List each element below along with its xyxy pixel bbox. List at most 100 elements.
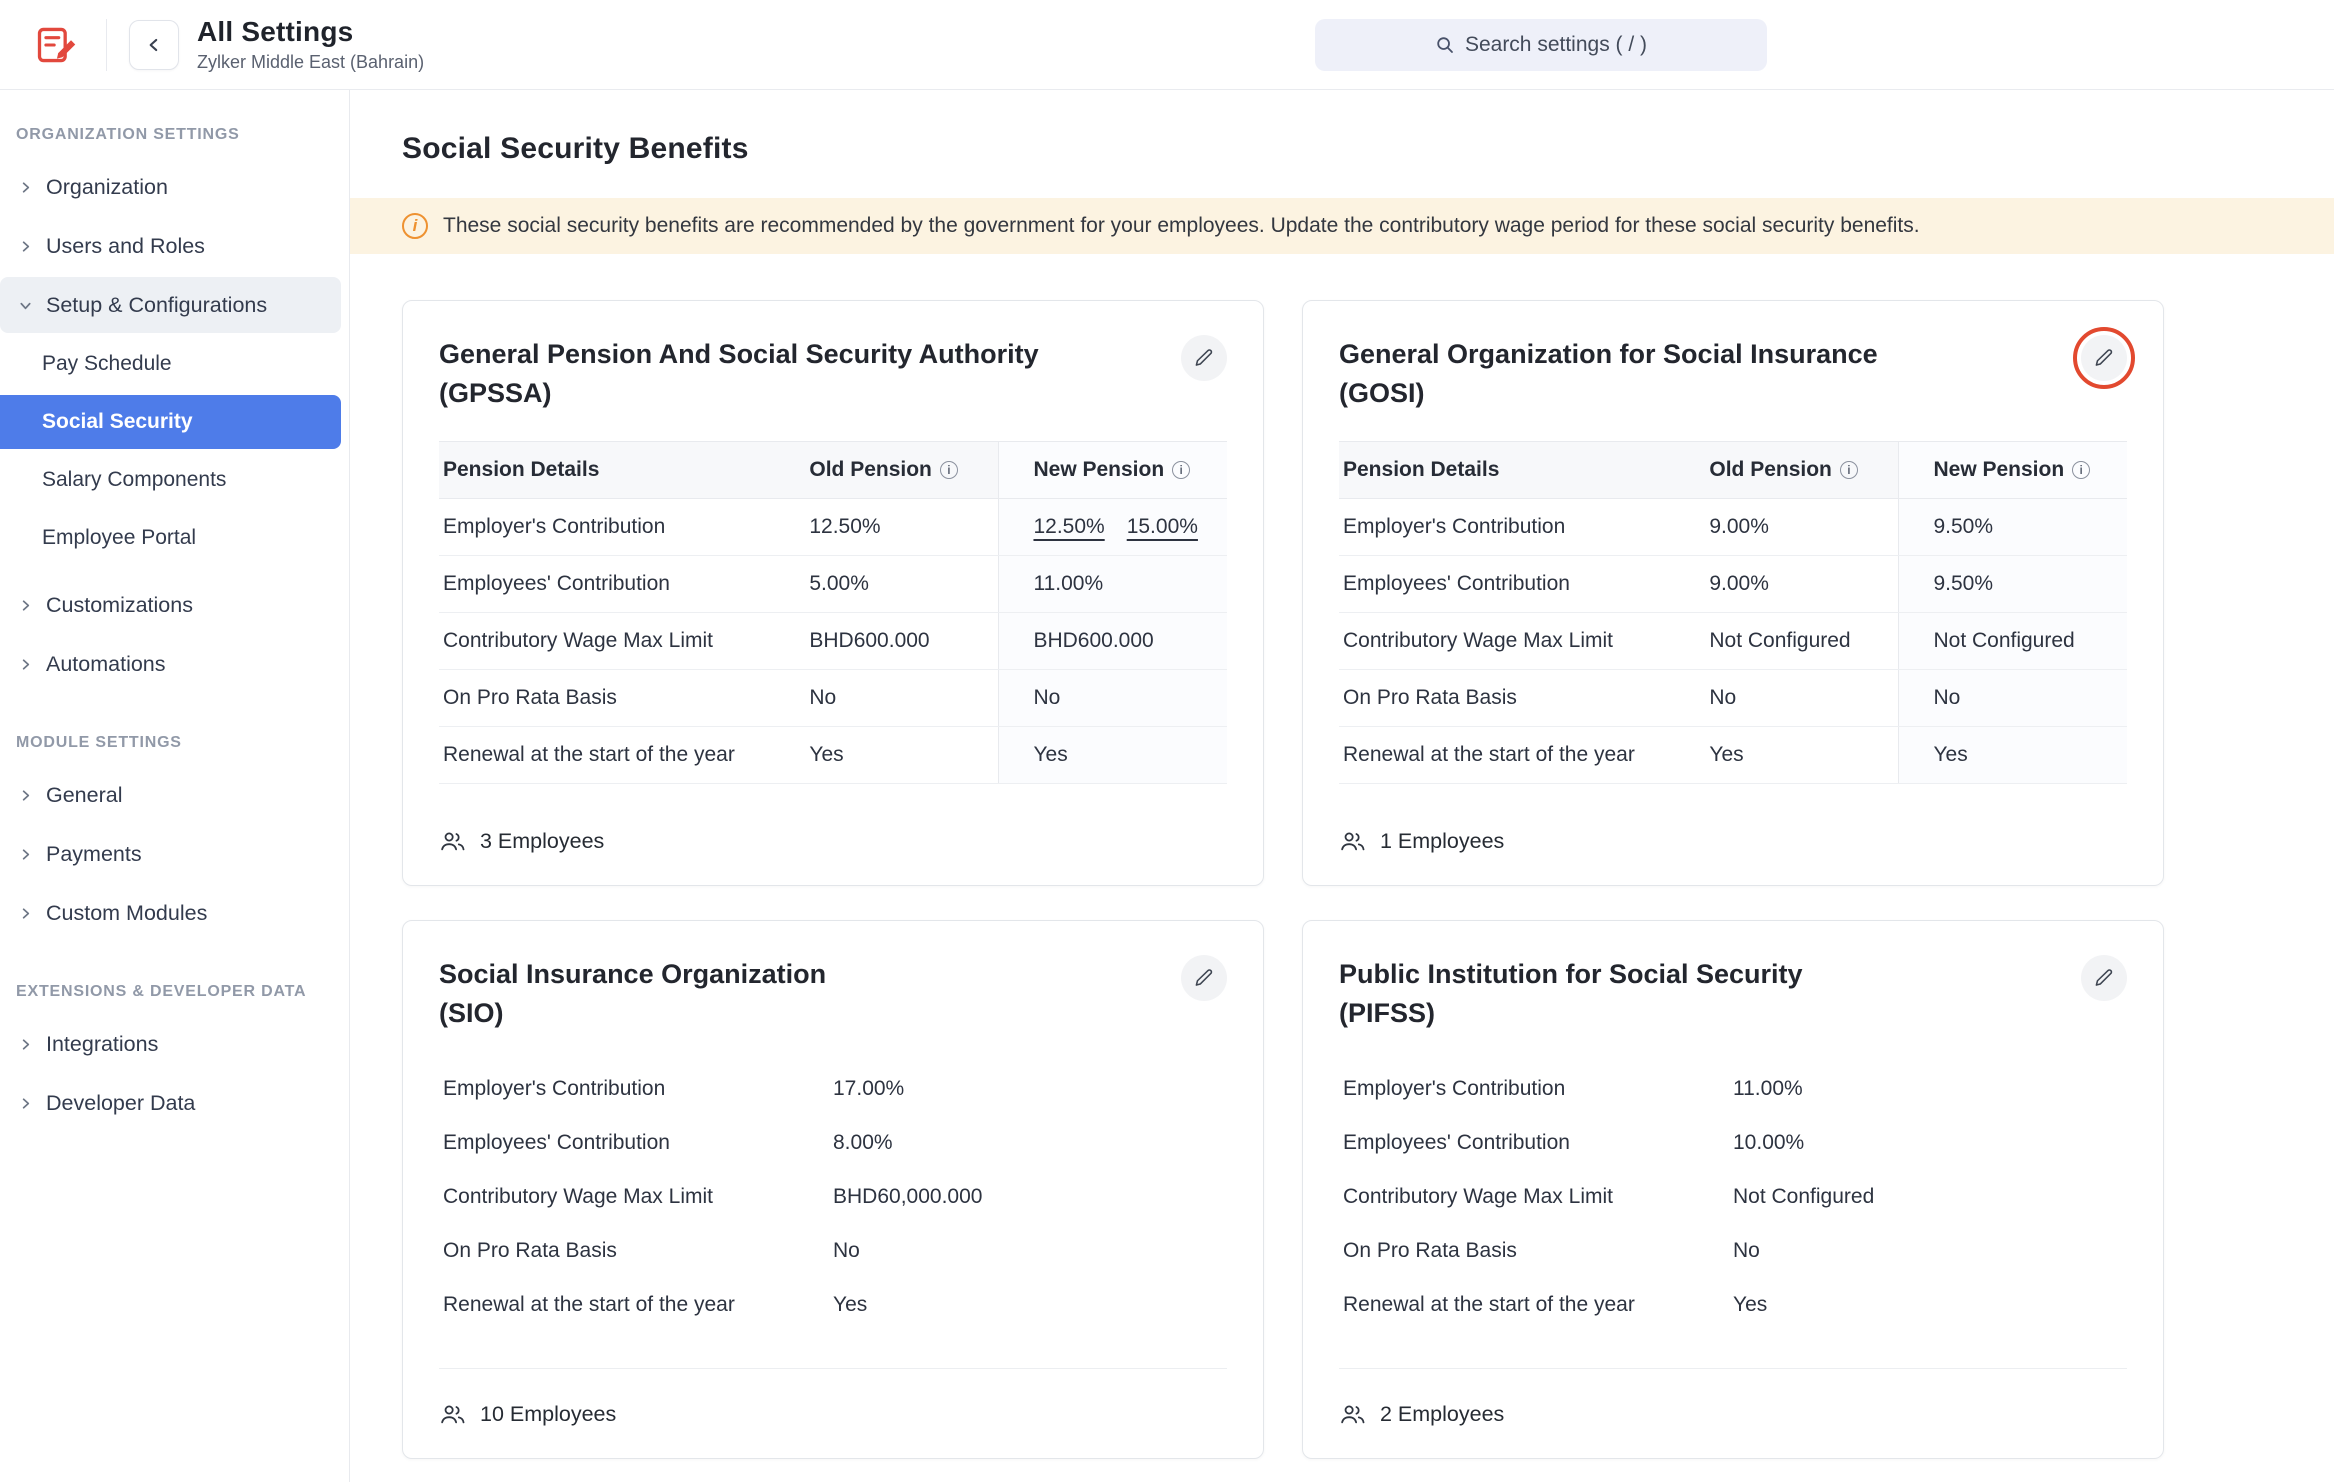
sidebar-item-label: Automations	[46, 652, 166, 677]
table-row: Renewal at the start of the year Yes Yes	[439, 727, 1227, 784]
setup-configurations-children: Pay Schedule Social Security Salary Comp…	[0, 337, 349, 565]
pencil-icon	[1193, 967, 1215, 989]
info-banner: i These social security benefits are rec…	[350, 198, 2334, 254]
employees-count: 10 Employees	[439, 1368, 1227, 1428]
sidebar-item-developer-data[interactable]: Developer Data	[0, 1075, 341, 1131]
chevron-left-icon	[145, 36, 163, 54]
search-settings-input[interactable]: Search settings ( / )	[1315, 19, 1767, 71]
card-gosi: General Organization for Social Insuranc…	[1302, 300, 2164, 886]
benefit-cards-grid: General Pension And Social Security Auth…	[350, 254, 2334, 1482]
pencil-icon	[1193, 347, 1215, 369]
sidebar-item-integrations[interactable]: Integrations	[0, 1016, 341, 1072]
table-row: On Pro Rata Basis No No	[439, 670, 1227, 727]
info-icon[interactable]: i	[2072, 461, 2090, 479]
info-icon[interactable]: i	[1840, 461, 1858, 479]
section-label-module-settings: MODULE SETTINGS	[0, 716, 349, 764]
table-row: Renewal at the start of the year Yes Yes	[1339, 727, 2127, 784]
page-header-title: All Settings	[197, 16, 424, 48]
pencil-icon	[2093, 967, 2115, 989]
card-title: General Organization for Social Insuranc…	[1339, 335, 1878, 413]
sidebar-item-customizations[interactable]: Customizations	[0, 577, 341, 633]
pencil-icon	[2093, 347, 2115, 369]
list-item: Contributory Wage Max Limit Not Configur…	[1339, 1170, 2127, 1224]
list-item: Employees' Contribution 10.00%	[1339, 1116, 2127, 1170]
table-row: On Pro Rata Basis No No	[1339, 670, 2127, 727]
info-icon: i	[402, 213, 428, 239]
new-value[interactable]: 15.00%	[1127, 515, 1198, 539]
organization-name: Zylker Middle East (Bahrain)	[197, 52, 424, 73]
sidebar-item-custom-modules[interactable]: Custom Modules	[0, 885, 341, 941]
sidebar-item-users-and-roles[interactable]: Users and Roles	[0, 218, 341, 274]
previous-value[interactable]: 12.50%	[1033, 515, 1104, 539]
list-item: Employer's Contribution 17.00%	[439, 1062, 1227, 1116]
sidebar-item-setup-configurations[interactable]: Setup & Configurations	[0, 277, 341, 333]
sidebar-item-payments[interactable]: Payments	[0, 826, 341, 882]
edit-button[interactable]	[2081, 955, 2127, 1001]
sidebar-item-organization[interactable]: Organization	[0, 159, 341, 215]
chevron-right-icon	[18, 657, 33, 672]
sidebar-item-employee-portal[interactable]: Employee Portal	[0, 511, 341, 565]
sidebar-item-label: Pay Schedule	[42, 352, 172, 376]
list-item: Renewal at the start of the year Yes	[1339, 1278, 2127, 1332]
employees-count: 1 Employees	[1339, 828, 2127, 855]
edit-button[interactable]	[1181, 335, 1227, 381]
sidebar-item-pay-schedule[interactable]: Pay Schedule	[0, 337, 341, 391]
card-pifss: Public Institution for Social Security (…	[1302, 920, 2164, 1458]
benefit-details-list: Employer's Contribution 11.00% Employees…	[1339, 1062, 2127, 1332]
column-header: Pension Details	[439, 442, 809, 498]
chevron-right-icon	[18, 847, 33, 862]
back-button[interactable]	[129, 20, 179, 70]
edit-button[interactable]	[1181, 955, 1227, 1001]
changed-value-cell: 12.50% 15.00%	[998, 499, 1227, 555]
info-icon[interactable]: i	[940, 461, 958, 479]
people-icon	[1339, 828, 1366, 855]
list-item: Employees' Contribution 8.00%	[439, 1116, 1227, 1170]
sidebar-item-label: Users and Roles	[46, 234, 205, 259]
highlight-ring	[2073, 327, 2135, 389]
sidebar-item-label: Developer Data	[46, 1091, 195, 1116]
list-item: Contributory Wage Max Limit BHD60,000.00…	[439, 1170, 1227, 1224]
info-banner-text: These social security benefits are recom…	[443, 214, 1920, 238]
sidebar-item-salary-components[interactable]: Salary Components	[0, 453, 341, 507]
list-item: On Pro Rata Basis No	[1339, 1224, 2127, 1278]
sidebar-item-label: Salary Components	[42, 468, 226, 492]
list-item: On Pro Rata Basis No	[439, 1224, 1227, 1278]
sidebar-item-label: Employee Portal	[42, 526, 196, 550]
table-row: Employer's Contribution 9.00% 9.50%	[1339, 499, 2127, 556]
sidebar-item-label: Payments	[46, 842, 142, 867]
sidebar-item-automations[interactable]: Automations	[0, 636, 341, 692]
chevron-right-icon	[18, 180, 33, 195]
benefit-details-list: Employer's Contribution 17.00% Employees…	[439, 1062, 1227, 1332]
table-row: Contributory Wage Max Limit Not Configur…	[1339, 613, 2127, 670]
sidebar-item-label: General	[46, 783, 123, 808]
table-row: Employees' Contribution 9.00% 9.50%	[1339, 556, 2127, 613]
main-content: Social Security Benefits i These social …	[350, 90, 2334, 1482]
column-header: New Pension i	[998, 442, 1227, 498]
pension-table: Pension Details Old Pension i New Pensio…	[1339, 441, 2127, 784]
app-logo-icon[interactable]	[32, 21, 80, 69]
sidebar-item-label: Organization	[46, 175, 168, 200]
sidebar-item-label: Setup & Configurations	[46, 293, 267, 318]
search-icon	[1435, 35, 1455, 55]
people-icon	[439, 1401, 466, 1428]
chevron-right-icon	[18, 239, 33, 254]
column-header: Old Pension i	[1709, 442, 1898, 498]
people-icon	[439, 828, 466, 855]
chevron-right-icon	[18, 788, 33, 803]
section-label-organization-settings: ORGANIZATION SETTINGS	[0, 108, 349, 156]
chevron-right-icon	[18, 906, 33, 921]
page-title: Social Security Benefits	[350, 90, 2334, 166]
chevron-right-icon	[18, 1037, 33, 1052]
info-icon[interactable]: i	[1172, 461, 1190, 479]
employees-count: 3 Employees	[439, 828, 1227, 855]
list-item: Renewal at the start of the year Yes	[439, 1278, 1227, 1332]
sidebar-item-social-security[interactable]: Social Security	[0, 395, 341, 449]
settings-sidebar: ORGANIZATION SETTINGS Organization Users…	[0, 90, 350, 1482]
edit-button[interactable]	[2081, 335, 2127, 381]
card-title: Public Institution for Social Security (…	[1339, 955, 1803, 1033]
sidebar-item-general[interactable]: General	[0, 767, 341, 823]
chevron-right-icon	[18, 598, 33, 613]
divider	[106, 19, 107, 71]
pension-table: Pension Details Old Pension i New Pensio…	[439, 441, 1227, 784]
sidebar-item-label: Integrations	[46, 1032, 158, 1057]
